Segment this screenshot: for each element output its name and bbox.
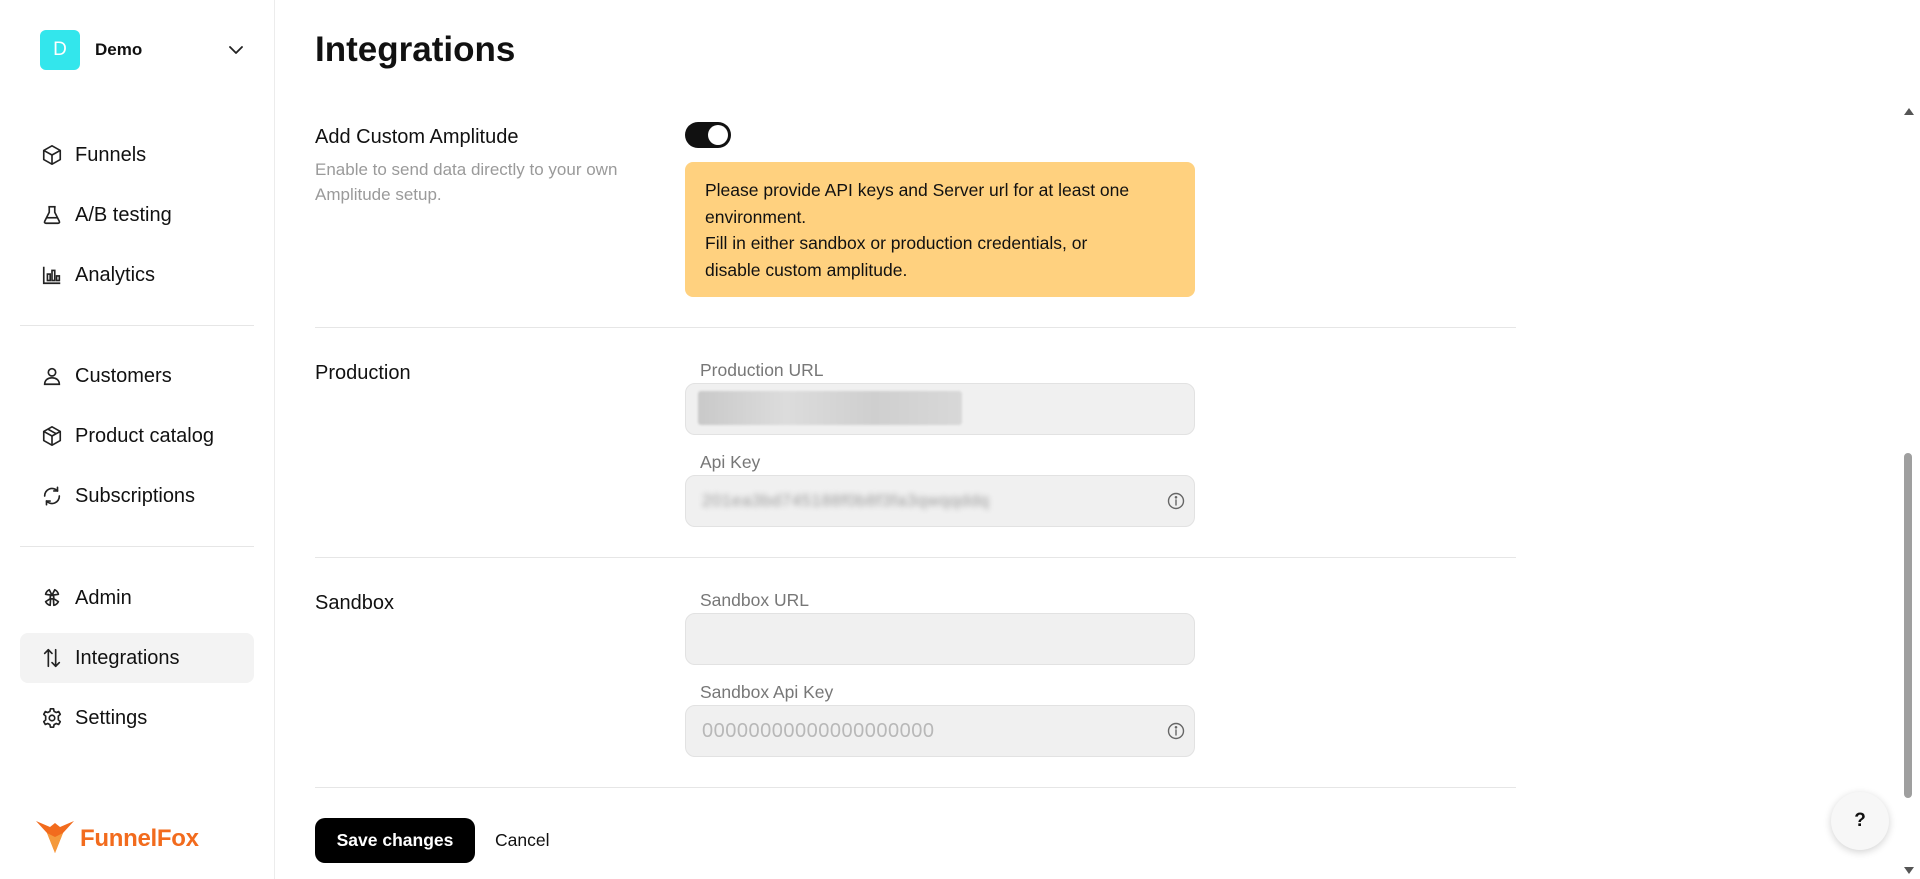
- warning-text-line: Fill in either sandbox or production cre…: [705, 233, 1088, 253]
- redacted-value: [698, 391, 962, 425]
- bar-chart-icon: [40, 263, 64, 287]
- api-key-label: Api Key: [700, 452, 761, 472]
- user-icon: [40, 364, 64, 388]
- api-key-value: 201ea3bd745188f0b8f3fa3qwqqddq: [702, 491, 990, 510]
- sidebar-item-label: A/B testing: [75, 203, 172, 226]
- section-divider: [315, 327, 1516, 328]
- warning-text-line: Please provide API keys and Server url f…: [705, 180, 1130, 200]
- cancel-button[interactable]: Cancel: [495, 818, 549, 863]
- info-icon[interactable]: [1166, 721, 1186, 741]
- sidebar-item-admin[interactable]: Admin: [20, 573, 254, 623]
- sidebar-item-customers[interactable]: Customers: [20, 351, 254, 401]
- sidebar-item-funnels[interactable]: Funnels: [20, 130, 254, 180]
- info-icon[interactable]: [1166, 491, 1186, 511]
- admin-icon: [40, 586, 64, 610]
- brand-name: FunnelFox: [80, 824, 199, 852]
- page-title: Integrations: [315, 30, 516, 69]
- workspace-avatar: D: [40, 30, 80, 70]
- brand-logo[interactable]: FunnelFox: [36, 819, 199, 858]
- scroll-thumb[interactable]: [1904, 453, 1912, 798]
- amplitude-description: Enable to send data directly to your own…: [315, 160, 618, 204]
- sidebar-item-label: Integrations: [75, 646, 180, 669]
- amplitude-toggle[interactable]: [685, 122, 731, 148]
- sidebar-item-product-catalog[interactable]: Product catalog: [20, 411, 254, 461]
- sandbox-label: Sandbox: [315, 592, 394, 614]
- warning-banner: Please provide API keys and Server url f…: [685, 162, 1195, 297]
- sandbox-url-label: Sandbox URL: [700, 590, 809, 610]
- sidebar-item-ab-testing[interactable]: A/B testing: [20, 190, 254, 240]
- chevron-down-icon: [228, 42, 244, 58]
- fox-logo-icon: [36, 819, 74, 858]
- sidebar-item-subscriptions[interactable]: Subscriptions: [20, 471, 254, 521]
- sandbox-url-input[interactable]: [685, 613, 1195, 665]
- api-key-input[interactable]: 201ea3bd745188f0b8f3fa3qwqqddq: [685, 475, 1195, 527]
- warning-text-line: environment.: [705, 206, 807, 227]
- sidebar-item-integrations[interactable]: Integrations: [20, 633, 254, 683]
- sidebar-item-analytics[interactable]: Analytics: [20, 250, 254, 300]
- warning-text-line: disable custom amplitude.: [705, 259, 908, 280]
- help-button[interactable]: ?: [1831, 792, 1889, 850]
- production-url-label: Production URL: [700, 360, 824, 380]
- production-url-input[interactable]: [685, 383, 1195, 435]
- sidebar-item-settings[interactable]: Settings: [20, 693, 254, 743]
- sidebar-item-label: Funnels: [75, 143, 147, 166]
- sidebar-divider: [20, 325, 254, 326]
- scroll-up-arrow-icon[interactable]: [1904, 108, 1914, 115]
- sidebar-item-label: Analytics: [75, 263, 156, 286]
- sandbox-api-key-placeholder: 00000000000000000000: [702, 720, 935, 742]
- sidebar-item-label: Customers: [75, 364, 172, 387]
- sandbox-api-key-input[interactable]: 00000000000000000000: [685, 705, 1195, 757]
- cube-icon: [40, 143, 64, 167]
- sidebar-item-label: Settings: [75, 706, 148, 729]
- sidebar: D Demo Funnels A/B testing Analytics Cus…: [0, 0, 275, 879]
- arrows-up-down-icon: [40, 646, 64, 670]
- sidebar-item-label: Product catalog: [75, 424, 214, 447]
- sandbox-api-key-label: Sandbox Api Key: [700, 682, 834, 702]
- sidebar-item-label: Subscriptions: [75, 484, 196, 507]
- section-divider: [315, 557, 1516, 558]
- workspace-name: Demo: [95, 40, 143, 59]
- sidebar-item-label: Admin: [75, 586, 132, 609]
- flask-icon: [40, 203, 64, 227]
- section-divider: [315, 787, 1516, 788]
- box-icon: [40, 424, 64, 448]
- gear-icon: [40, 706, 64, 730]
- refresh-icon: [40, 484, 64, 508]
- production-label: Production: [315, 362, 411, 384]
- scroll-down-arrow-icon[interactable]: [1904, 867, 1914, 874]
- amplitude-label: Add Custom Amplitude: [315, 126, 519, 148]
- save-changes-button[interactable]: Save changes: [315, 818, 475, 863]
- sidebar-divider: [20, 546, 254, 547]
- workspace-switcher[interactable]: D Demo: [20, 28, 254, 72]
- vertical-scrollbar[interactable]: [1902, 108, 1916, 874]
- toggle-knob: [708, 125, 728, 145]
